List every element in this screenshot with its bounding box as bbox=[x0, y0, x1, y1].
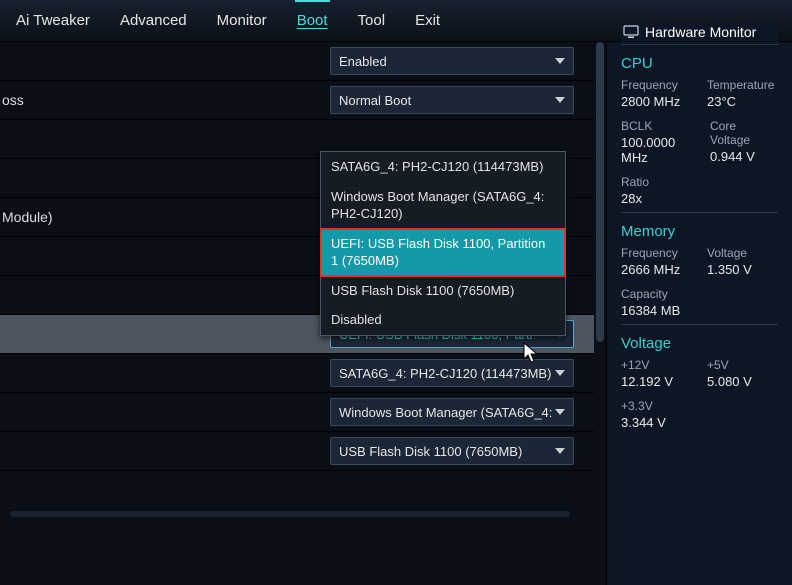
stat-label: Frequency bbox=[621, 78, 689, 92]
select-boot-option[interactable]: SATA6G_4: PH2-CJ120 (114473MB) bbox=[330, 359, 574, 387]
stat-value: 100.0000 MHz bbox=[621, 135, 692, 165]
monitor-icon bbox=[623, 25, 639, 39]
setting-row: Windows Boot Manager (SATA6G_4: bbox=[0, 393, 594, 432]
stat-label: +5V bbox=[707, 358, 775, 372]
setting-label: oss bbox=[0, 92, 330, 108]
stat-value: 16384 MB bbox=[621, 303, 778, 318]
tab-boot[interactable]: Boot bbox=[295, 0, 330, 39]
section-title-memory: Memory bbox=[621, 223, 778, 240]
section-title-cpu: CPU bbox=[621, 55, 778, 72]
stat-label: Frequency bbox=[621, 246, 689, 260]
section-title-voltage: Voltage bbox=[621, 335, 778, 352]
stat-label: Capacity bbox=[621, 287, 778, 301]
select-enabled[interactable]: Enabled bbox=[330, 47, 574, 75]
boot-option-dropdown: SATA6G_4: PH2-CJ120 (114473MB) Windows B… bbox=[320, 151, 566, 336]
stat-value: 2800 MHz bbox=[621, 94, 689, 109]
stat-value: 3.344 V bbox=[621, 415, 778, 430]
stat-value: 0.944 V bbox=[710, 149, 778, 164]
setting-row: Enabled bbox=[0, 42, 594, 81]
setting-row: USB Flash Disk 1100 (7650MB) bbox=[0, 432, 594, 471]
dropdown-option[interactable]: USB Flash Disk 1100 (7650MB) bbox=[321, 276, 565, 306]
tab-monitor[interactable]: Monitor bbox=[215, 2, 269, 39]
setting-row: SATA6G_4: PH2-CJ120 (114473MB) bbox=[0, 354, 594, 393]
stat-label: BCLK bbox=[621, 119, 692, 133]
select-normal-boot[interactable]: Normal Boot bbox=[330, 86, 574, 114]
dropdown-option[interactable]: SATA6G_4: PH2-CJ120 (114473MB) bbox=[321, 152, 565, 182]
stat-value: 2666 MHz bbox=[621, 262, 689, 277]
stat-label: Core Voltage bbox=[710, 119, 778, 147]
select-boot-option[interactable]: USB Flash Disk 1100 (7650MB) bbox=[330, 437, 574, 465]
setting-row bbox=[0, 471, 594, 510]
settings-panel: Enabled oss Normal Boot Module) bbox=[0, 42, 606, 585]
dropdown-option[interactable]: Disabled bbox=[321, 305, 565, 335]
tab-advanced[interactable]: Advanced bbox=[118, 2, 189, 39]
stat-value: 28x bbox=[621, 191, 778, 206]
chevron-down-icon bbox=[555, 58, 565, 64]
setting-row: oss Normal Boot bbox=[0, 81, 594, 120]
vertical-scrollbar[interactable] bbox=[596, 42, 604, 342]
stat-value: 23°C bbox=[707, 94, 775, 109]
dropdown-option-selected[interactable]: UEFI: USB Flash Disk 1100, Partition 1 (… bbox=[321, 229, 565, 276]
hardware-monitor-title: Hardware Monitor bbox=[645, 24, 756, 40]
stat-label: Voltage bbox=[707, 246, 775, 260]
tab-exit[interactable]: Exit bbox=[413, 2, 442, 39]
tab-tool[interactable]: Tool bbox=[356, 2, 388, 39]
chevron-down-icon bbox=[555, 409, 565, 415]
chevron-down-icon bbox=[555, 370, 565, 376]
stat-value: 12.192 V bbox=[621, 374, 689, 389]
select-boot-option[interactable]: Windows Boot Manager (SATA6G_4: bbox=[330, 398, 574, 426]
dropdown-option[interactable]: Windows Boot Manager (SATA6G_4: PH2-CJ12… bbox=[321, 182, 565, 229]
chevron-down-icon bbox=[555, 97, 565, 103]
chevron-down-icon bbox=[555, 448, 565, 454]
stat-label: +12V bbox=[621, 358, 689, 372]
tab-ai-tweaker[interactable]: Ai Tweaker bbox=[14, 2, 92, 39]
stat-label: Temperature bbox=[707, 78, 775, 92]
stat-label: +3.3V bbox=[621, 399, 778, 413]
stat-label: Ratio bbox=[621, 175, 778, 189]
hardware-monitor-header: Hardware Monitor bbox=[621, 22, 778, 45]
stat-value: 1.350 V bbox=[707, 262, 775, 277]
stat-value: 5.080 V bbox=[707, 374, 775, 389]
hardware-monitor-sidebar: Hardware Monitor CPU Frequency2800 MHz T… bbox=[606, 42, 792, 585]
horizontal-scrollbar[interactable] bbox=[10, 511, 570, 517]
